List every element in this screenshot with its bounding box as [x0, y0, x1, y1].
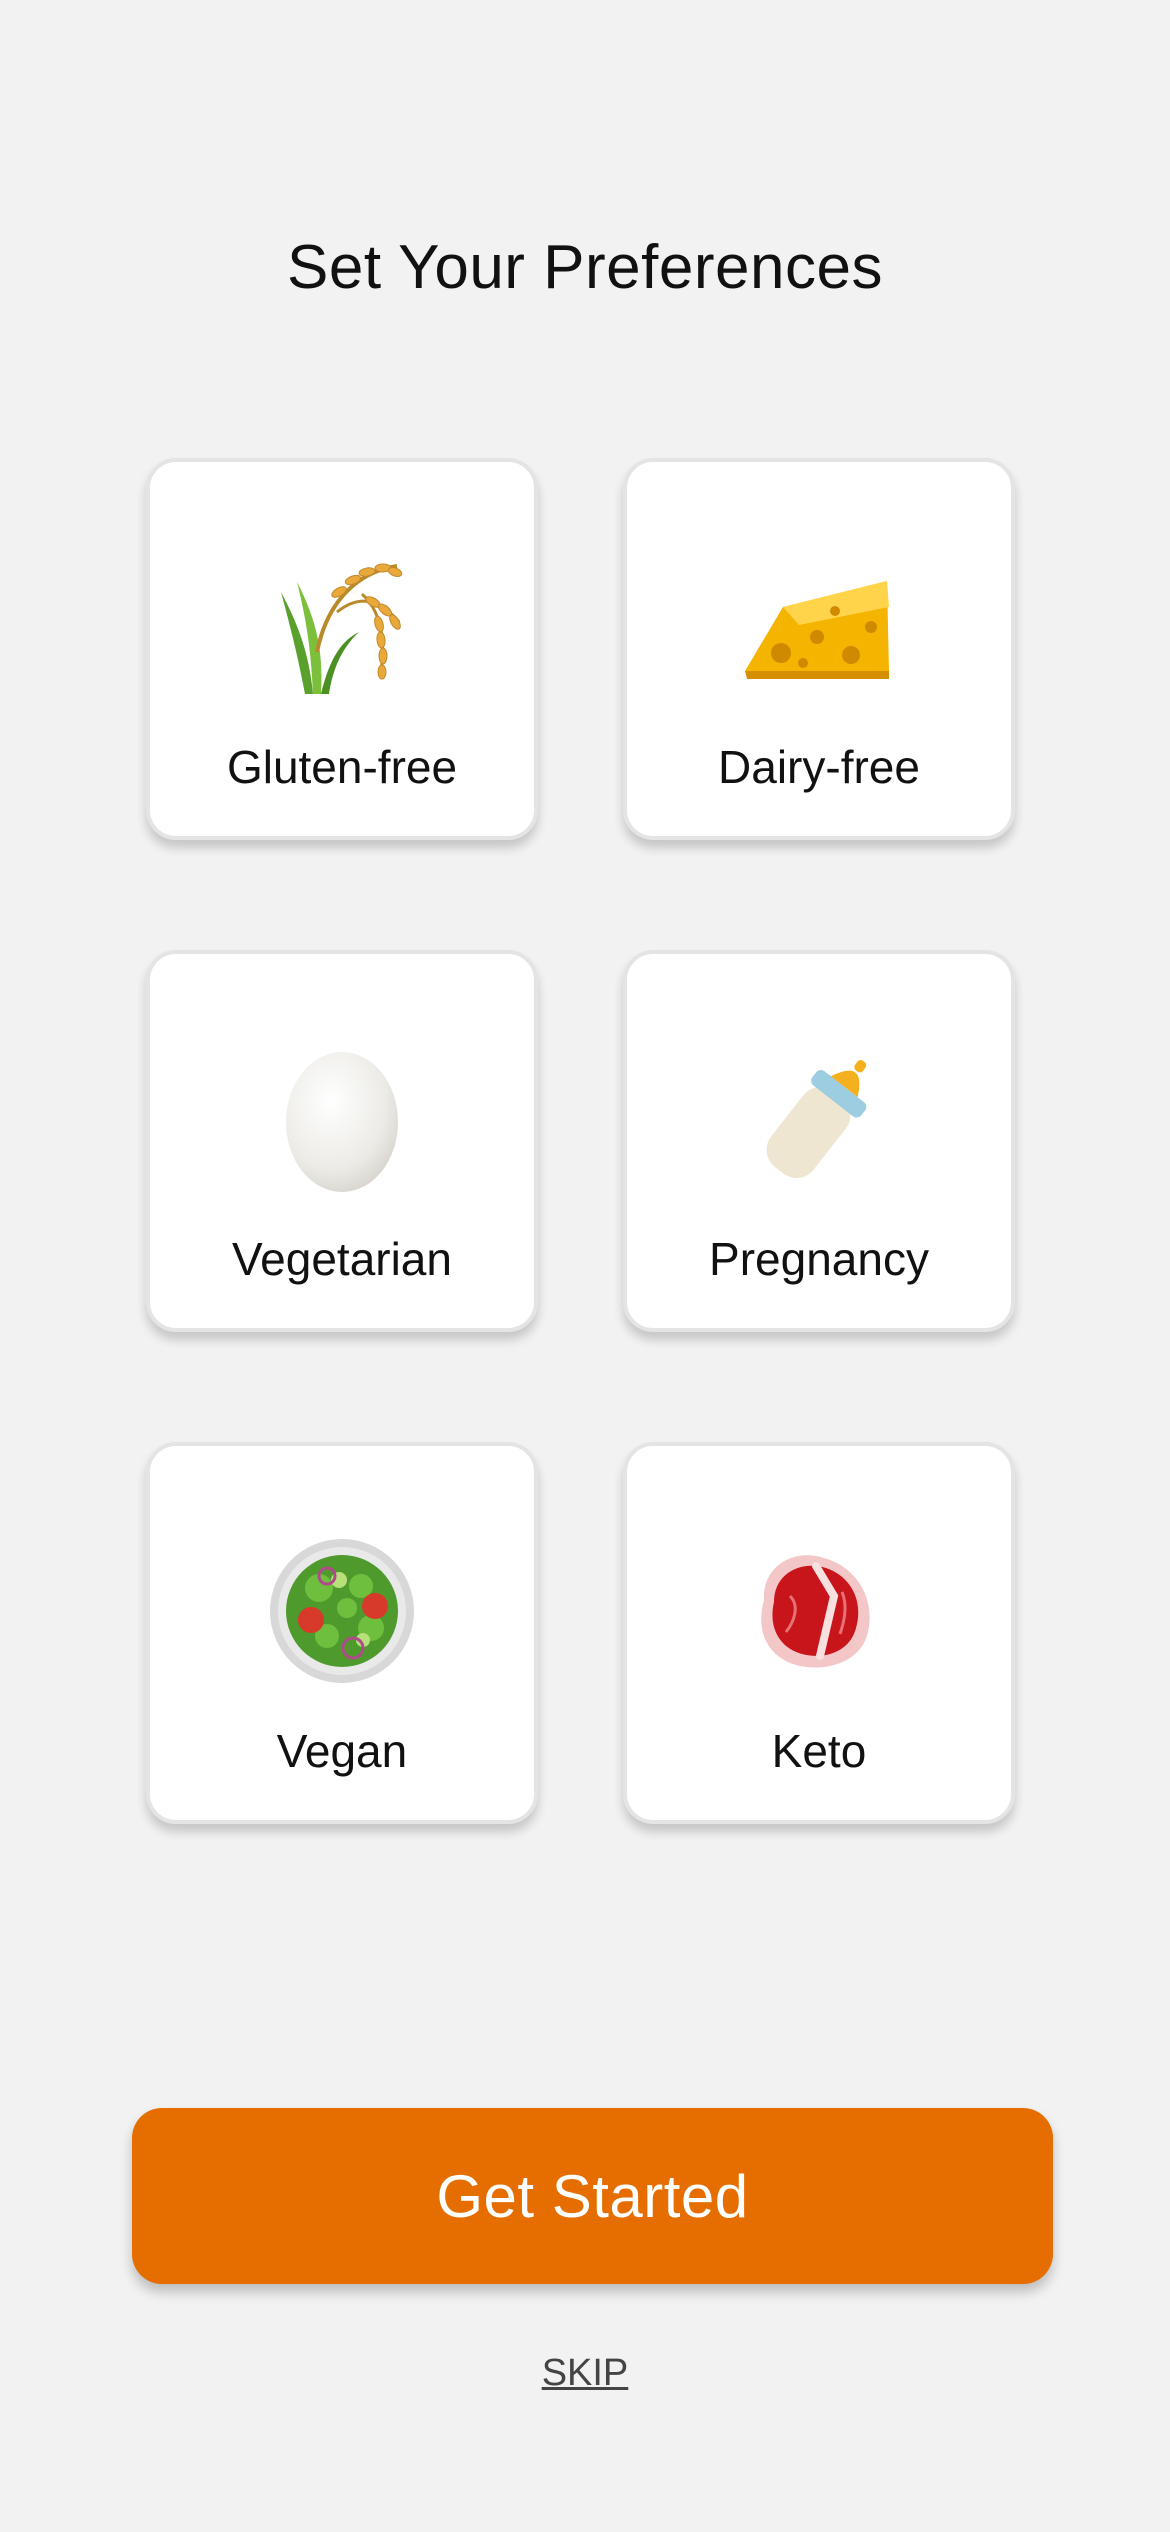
preference-card-keto[interactable]: Keto — [623, 1442, 1015, 1824]
egg-icon — [150, 1044, 534, 1194]
skip-link[interactable]: SKIP — [0, 2352, 1170, 2395]
preference-card-vegetarian[interactable]: Vegetarian — [146, 950, 538, 1332]
preference-label: Gluten-free — [226, 741, 458, 793]
preference-label: Dairy-free — [718, 741, 920, 793]
preference-card-pregnancy[interactable]: Pregnancy — [623, 950, 1015, 1332]
preference-label: Pregnancy — [709, 1233, 929, 1285]
cheese-icon — [627, 552, 1011, 702]
preference-label: Vegetarian — [232, 1233, 452, 1285]
preference-card-gluten-free[interactable]: Gluten-free — [146, 458, 538, 840]
get-started-button[interactable]: Get Started — [132, 2108, 1053, 2284]
preference-label: Vegan — [276, 1725, 408, 1777]
preference-card-dairy-free[interactable]: Dairy-free — [623, 458, 1015, 840]
rice-plant-icon — [150, 552, 534, 702]
salad-icon — [150, 1536, 534, 1686]
steak-icon — [627, 1536, 1011, 1686]
preference-card-vegan[interactable]: Vegan — [146, 1442, 538, 1824]
baby-bottle-icon — [627, 1044, 1011, 1194]
preference-label: Keto — [771, 1725, 867, 1777]
